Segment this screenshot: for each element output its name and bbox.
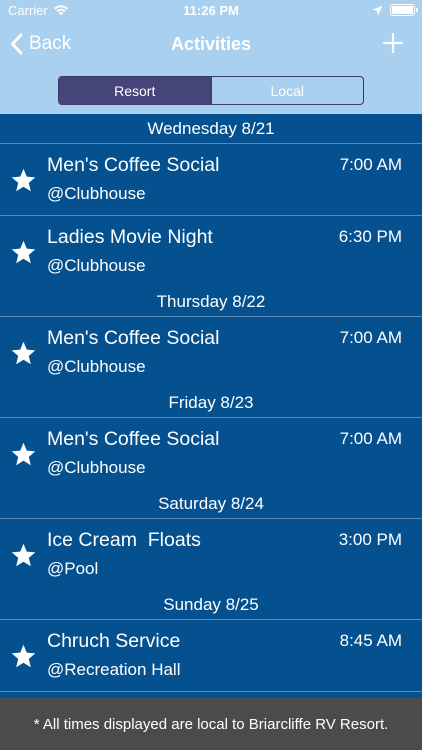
star-icon[interactable] [10,167,37,194]
star-icon[interactable] [10,340,37,367]
activity-list[interactable]: Wednesday 8/21 Men's Coffee Social @Club… [0,114,422,698]
event-name: Ladies Movie Night [47,226,213,248]
battery-icon [390,4,418,16]
event-name: Men's Coffee Social [47,154,220,176]
event-row[interactable]: Men's Coffee Social @Clubhouse 7:00 AM [0,417,422,489]
event-time: 7:00 AM [339,155,402,174]
footer-note: * All times displayed are local to Briar… [33,715,389,733]
event-name: Chruch Service [47,630,181,652]
location-segmented-control: Resort Local [58,76,364,105]
timezone-footer: * All times displayed are local to Briar… [0,698,422,750]
add-button[interactable] [382,32,404,54]
event-row[interactable]: Ice Cream Floats @Pool 3:00 PM [0,518,422,590]
day-header: Wednesday 8/21 [0,114,422,143]
segment-resort[interactable]: Resort [59,77,211,104]
header-area: Carrier 11:26 PM Back Activities Resort … [0,0,422,114]
event-location: @Pool [47,559,99,578]
segment-local[interactable]: Local [210,77,364,104]
page-title: Activities [170,34,252,54]
status-bar: Carrier 11:26 PM [0,0,422,22]
star-icon[interactable] [10,542,37,569]
event-time: 8:45 AM [339,631,402,650]
plus-icon [382,32,404,54]
event-time: 3:00 PM [338,530,402,549]
day-header: Saturday 8/24 [0,489,422,518]
event-location: @Clubhouse [47,256,146,275]
event-row[interactable]: Men's Coffee Social @Clubhouse 7:00 AM [0,143,422,215]
event-location: @Clubhouse [47,357,146,376]
star-icon[interactable] [10,441,37,468]
day-header: Thursday 8/22 [0,287,422,316]
event-location: @Clubhouse [47,184,146,203]
status-time: 11:26 PM [183,3,239,18]
event-name: Ice Cream Floats [47,529,201,551]
location-arrow-icon [372,4,383,19]
day-header: Friday 8/23 [0,388,422,417]
event-time: 6:30 PM [338,227,402,246]
event-location: @Recreation Hall [47,660,181,679]
nav-bar: Back Activities [0,22,422,66]
day-header: Sunday 8/25 [0,590,422,619]
event-row[interactable]: Ladies Movie Night @Clubhouse 6:30 PM [0,215,422,287]
event-name: Men's Coffee Social [47,327,220,349]
event-location: @Clubhouse [47,458,146,477]
star-icon[interactable] [10,239,37,266]
event-row[interactable]: Men's Coffee Social @Clubhouse 7:00 AM [0,316,422,388]
event-time: 7:00 AM [339,328,402,347]
event-name: Men's Coffee Social [47,428,220,450]
star-icon[interactable] [10,643,37,670]
event-row[interactable]: Chruch Service @Recreation Hall 8:45 AM [0,619,422,692]
event-time: 7:00 AM [339,429,402,448]
